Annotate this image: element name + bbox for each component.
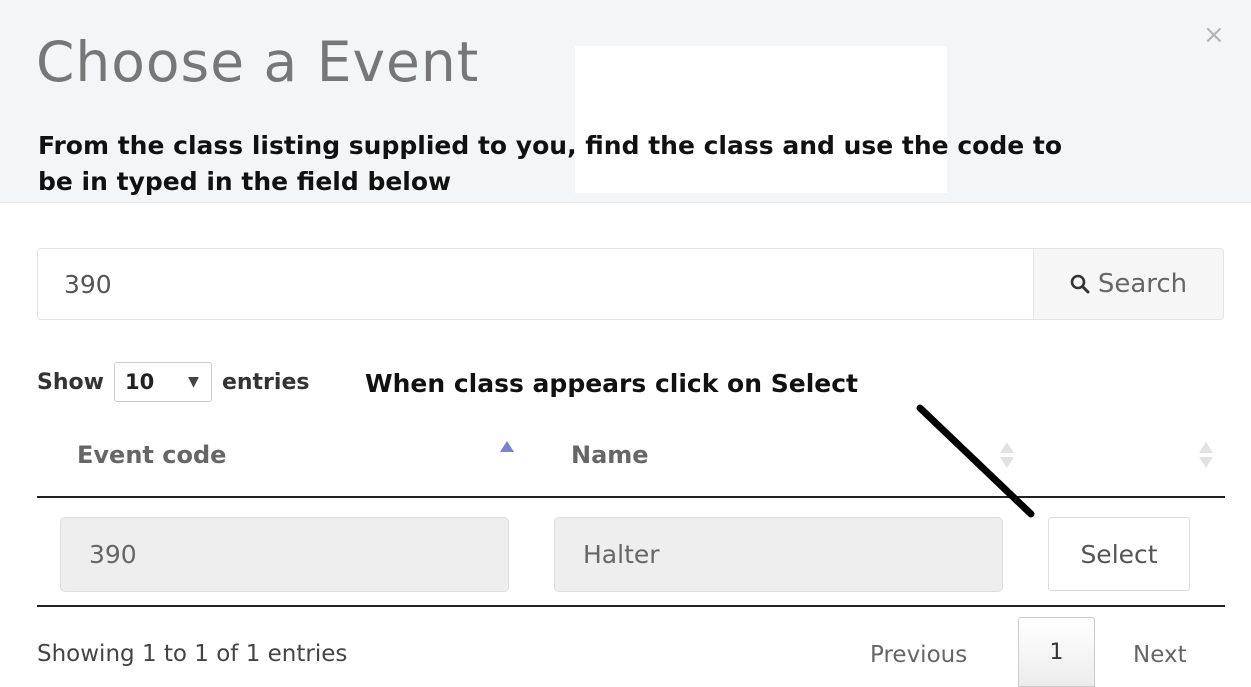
sort-both-icon (1199, 442, 1213, 472)
entries-select-value: 10 (124, 370, 155, 394)
search-button[interactable]: Search (1033, 249, 1223, 319)
search-icon (1070, 274, 1090, 294)
search-button-label: Search (1097, 269, 1188, 299)
length-suffix: entries (221, 369, 310, 395)
pagination-previous[interactable]: Previous (870, 640, 967, 670)
column-header-name[interactable]: Name (571, 435, 649, 475)
length-menu: Show 10 ▼ entries (37, 362, 309, 402)
select-instruction-annotation: When class appears click on Select (365, 369, 858, 398)
pagination-next[interactable]: Next (1133, 640, 1187, 670)
sort-ascending-icon (500, 441, 514, 452)
search-group: Search (37, 248, 1224, 320)
modal-title: Choose a Event (36, 30, 480, 94)
search-input[interactable] (38, 249, 1033, 319)
event-name-cell: Halter (554, 517, 1003, 592)
column-header-event-code[interactable]: Event code (77, 435, 226, 475)
event-code-cell: 390 (60, 517, 509, 592)
length-prefix: Show (37, 369, 104, 395)
table-info: Showing 1 to 1 of 1 entries (37, 641, 348, 667)
entries-select[interactable]: 10 ▼ (113, 362, 212, 402)
header-divider (0, 202, 1251, 203)
sort-both-icon (1000, 442, 1014, 472)
pagination-page[interactable]: 1 (1018, 617, 1095, 687)
table-footer-rule (37, 605, 1225, 607)
table-header-rule (37, 496, 1225, 498)
close-icon[interactable]: × (1203, 22, 1225, 48)
select-button[interactable]: Select (1048, 517, 1190, 591)
dropdown-caret-icon: ▼ (188, 374, 199, 390)
instruction-annotation: From the class listing supplied to you, … (38, 131, 1063, 196)
